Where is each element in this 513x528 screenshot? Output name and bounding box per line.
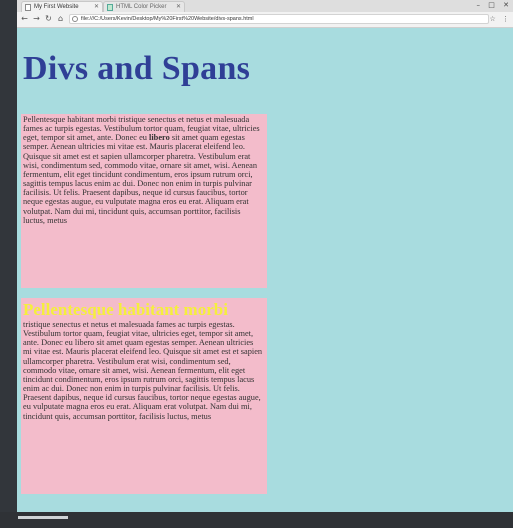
div-block-2: Pellentesque habitant morbi tristique se… <box>21 298 267 494</box>
arrow-right-icon[interactable]: → <box>31 13 42 25</box>
div-block-1: Pellentesque habitant morbi tristique se… <box>21 114 267 288</box>
tab-html-color-picker[interactable]: HTML Color Picker ✕ <box>103 1 185 12</box>
desktop-bottom-edge <box>0 512 513 528</box>
window-close-icon[interactable]: ✕ <box>503 1 509 9</box>
tab-strip: My First Website ✕ HTML Color Picker ✕ –… <box>17 0 513 12</box>
close-icon[interactable]: ✕ <box>176 2 181 12</box>
toolbar-actions: ☆ ⋮ <box>485 13 509 25</box>
file-icon <box>72 16 78 22</box>
desktop-left-edge <box>0 0 17 528</box>
maximize-icon[interactable]: □ <box>488 1 495 9</box>
minimize-icon[interactable]: – <box>477 1 481 9</box>
page-viewport: Divs and Spans Pellentesque habitant mor… <box>17 28 513 512</box>
browser-toolbar: ← → ↻ ⌂ file:///C:/Users/Kevin/Desktop/M… <box>17 12 513 28</box>
taskbar-indicator <box>18 516 68 519</box>
home-icon[interactable]: ⌂ <box>55 13 66 25</box>
window-controls: – □ ✕ <box>471 0 509 11</box>
tab-title: HTML Color Picker <box>116 4 167 10</box>
page-title: Divs and Spans <box>23 50 251 87</box>
address-bar[interactable]: file:///C:/Users/Kevin/Desktop/My%20Firs… <box>69 14 489 24</box>
star-icon[interactable]: ☆ <box>489 15 495 23</box>
kebab-menu-icon[interactable]: ⋮ <box>502 15 509 23</box>
color-picker-favicon-icon <box>107 4 113 11</box>
tab-title: My First Website <box>34 4 79 10</box>
browser-window: My First Website ✕ HTML Color Picker ✕ –… <box>17 0 513 512</box>
div1-text-end: sit amet quam egestas semper. Aenean ult… <box>23 133 258 225</box>
arrow-left-icon[interactable]: ← <box>19 13 30 25</box>
tab-my-first-website[interactable]: My First Website ✕ <box>21 1 103 12</box>
address-text: file:///C:/Users/Kevin/Desktop/My%20Firs… <box>81 16 254 22</box>
span-heading: Pellentesque habitant morbi <box>23 300 228 319</box>
div1-bold-word: libero <box>149 133 170 143</box>
close-icon[interactable]: ✕ <box>94 2 99 12</box>
page-favicon-icon <box>25 4 31 11</box>
reload-icon[interactable]: ↻ <box>43 13 54 25</box>
div2-text: tristique senectus et netus et malesuada… <box>23 320 263 421</box>
